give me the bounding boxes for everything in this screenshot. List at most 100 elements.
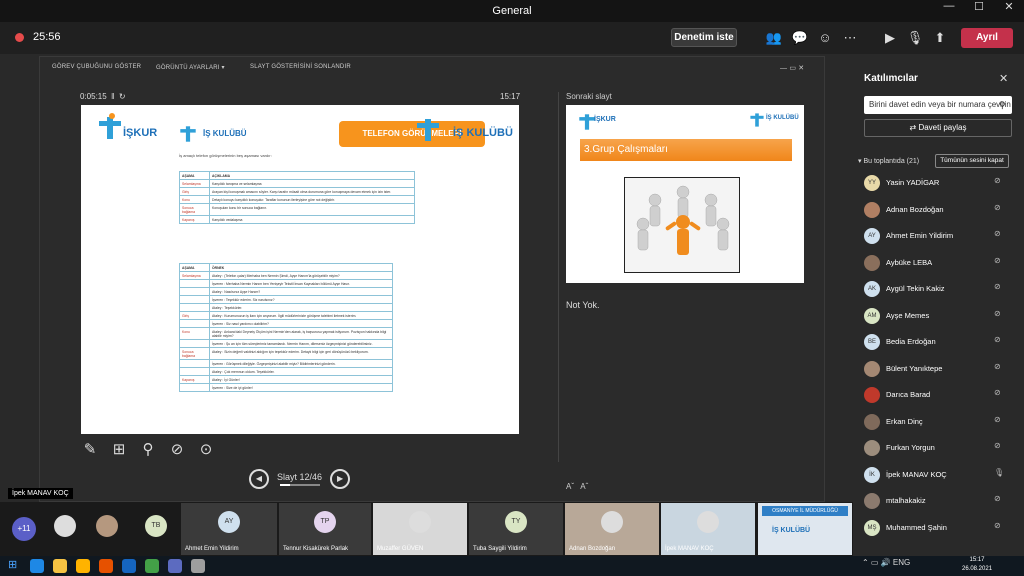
video-tile[interactable]: AY Ahmet Emin Yildirim: [181, 503, 277, 555]
slide-tools: ✎ ⊞ ⚲ ⊘ ⊙: [81, 440, 215, 458]
video-tile[interactable]: TB: [136, 503, 176, 555]
mic-off-icon: ⊘: [994, 388, 1001, 397]
taskbar-app-icon[interactable]: [191, 559, 205, 573]
system-tray[interactable]: ⌃ ▭ 🔊 ENG: [862, 558, 910, 567]
participant-row[interactable]: AK Aygül Tekin Kakiz ⊘: [864, 279, 1014, 299]
pane-divider[interactable]: [558, 92, 559, 462]
avatar: BE: [864, 334, 880, 350]
table-header-cell: AŞAMA: [179, 263, 210, 272]
zoom-icon[interactable]: ⚲: [139, 440, 157, 458]
table-cell-desc: Detaylı konuyu karşılıklı konuşulur. Tar…: [209, 195, 415, 204]
grid-view-icon[interactable]: ⊞: [110, 440, 128, 458]
maximize-button[interactable]: ☐: [964, 0, 994, 22]
tile-avatar: TP: [314, 511, 336, 533]
table-cell-stage: Kapanış: [179, 375, 210, 384]
taskbar-app-icon[interactable]: [53, 559, 67, 573]
table-cell-stage: Selamlaşma: [179, 179, 210, 188]
table-cell-stage: Selamlaşma: [179, 271, 210, 280]
tile-avatar: TY: [505, 511, 527, 533]
leave-button[interactable]: Ayrıl: [961, 28, 1013, 48]
video-tile[interactable]: İpek MANAV KOÇ: [661, 503, 755, 555]
video-tile[interactable]: TP Tennur Kisakürek Parlak: [279, 503, 371, 555]
taskbar-app-icon[interactable]: [145, 559, 159, 573]
tile-avatar: [697, 511, 719, 533]
taskbar-app-icon[interactable]: [122, 559, 136, 573]
participant-name: mtalhakakiz: [886, 496, 926, 505]
share-invite-button[interactable]: ⇄ Daveti paylaş: [864, 119, 1012, 137]
camera-icon[interactable]: ▶: [880, 28, 900, 48]
invite-search-input[interactable]: Birini davet edin veya bir numara çeviri…: [864, 96, 1012, 114]
participant-row[interactable]: Erkan Dinç ⊘: [864, 412, 1014, 432]
video-tile[interactable]: Adnan Bozdoğan: [565, 503, 659, 555]
chat-icon[interactable]: 💬: [790, 28, 810, 48]
show-taskbar-button[interactable]: GÖREV ÇUBUĞUNU GÖSTER: [52, 64, 141, 70]
participant-row[interactable]: YY Yasin YADİGAR ⊘: [864, 173, 1014, 193]
start-icon[interactable]: ⊞: [8, 558, 17, 571]
participant-row[interactable]: AY Ahmet Emin Yildirim ⊘: [864, 226, 1014, 246]
minimize-button[interactable]: —: [934, 0, 964, 22]
participant-row[interactable]: Furkan Yorgun ⊘: [864, 438, 1014, 458]
pen-icon[interactable]: ✎: [81, 440, 99, 458]
mic-off-icon[interactable]: 🎙: [905, 28, 925, 48]
display-settings-button[interactable]: GÖRÜNTÜ AYARLARI ▾: [156, 64, 225, 71]
table-cell-desc: İşveren : Teşekkür ederim. Siz nasılsını…: [209, 295, 393, 304]
presenter-window-controls[interactable]: — ▭ ✕: [780, 64, 804, 72]
close-panel-icon[interactable]: ✕: [999, 72, 1008, 85]
video-tile[interactable]: Muzaffer GÜVEN: [373, 503, 467, 555]
search-icon[interactable]: ⚲: [999, 96, 1006, 114]
participants-title: Katılımcılar: [864, 73, 918, 84]
table-row: Selamlaşma Ataley : (Telefon çalar) Merha…: [179, 271, 393, 280]
participant-row[interactable]: mtalhakakiz ⊘: [864, 491, 1014, 511]
table-row: İşveren : Teşekkür ederim. Siz nasılsını…: [179, 295, 393, 304]
people-icon[interactable]: 👥: [764, 28, 784, 48]
request-control-button[interactable]: Denetim iste: [671, 28, 737, 47]
end-slideshow-button[interactable]: SLAYT GÖSTERİSİNİ SONLANDIR: [250, 64, 351, 70]
table-cell-desc: Karşılıklı tanışma ve selamlaşma: [209, 179, 415, 188]
table-cell-desc: Ataley : Teşekkürler.: [209, 303, 393, 312]
taskbar-app-icon[interactable]: [30, 559, 44, 573]
participant-row[interactable]: BE Bedia Erdoğan ⊘: [864, 332, 1014, 352]
system-clock[interactable]: 15:17 26.08.2021: [962, 556, 992, 574]
participant-row[interactable]: Aybüke LEBA ⊘: [864, 253, 1014, 273]
table-cell-stage: [179, 339, 210, 348]
table-row: Konu Ataley : Ankara'daki Deyneiş Ölçüm i…: [179, 327, 393, 340]
reactions-icon[interactable]: ☺: [815, 28, 835, 48]
close-window-button[interactable]: ✕: [994, 0, 1024, 22]
previous-slide-button[interactable]: ◀: [249, 469, 269, 489]
video-tile[interactable]: [90, 503, 124, 555]
tile-avatar: [409, 511, 431, 533]
taskbar-app-icon[interactable]: [76, 559, 90, 573]
clock-time: 15:17: [969, 557, 985, 563]
decrease-font-button[interactable]: A: [566, 482, 571, 491]
participant-row[interactable]: MŞ Muhammed Şahin ⊘: [864, 518, 1014, 538]
video-tile[interactable]: OSMANİYE İL MÜDÜRLÜĞÜ İŞ KULÜBÜ: [758, 503, 852, 555]
black-screen-icon[interactable]: ⊘: [168, 440, 186, 458]
mic-on-icon: 🎙: [994, 467, 1005, 477]
slide-progress: [279, 484, 320, 486]
increase-font-button[interactable]: A: [580, 482, 585, 491]
participant-row[interactable]: Bülent Yanıktepe ⊘: [864, 359, 1014, 379]
avatar: YY: [864, 175, 880, 191]
elapsed-value: 0:05:15: [80, 92, 107, 101]
font-size-controls: Aˇ Aˆ: [566, 482, 589, 491]
table-cell-stage: [179, 287, 210, 296]
participant-row[interactable]: Darıca Barad ⊘: [864, 385, 1014, 405]
video-tile[interactable]: TY Tuba Saygili Yildirim: [469, 503, 563, 555]
mute-all-button[interactable]: Tümünün sesini kapat: [935, 154, 1009, 168]
share-icon[interactable]: ⬆: [930, 28, 950, 48]
in-meeting-header[interactable]: ▾ Bu toplantıda (21): [858, 157, 919, 165]
table-row: Ataley : Teşekkürler.: [179, 303, 393, 312]
taskbar-app-icon[interactable]: [99, 559, 113, 573]
next-slide-button[interactable]: ▶: [330, 469, 351, 489]
table-cell-stage: [179, 319, 210, 328]
participant-row[interactable]: İK İpek MANAV KOÇ 🎙: [864, 465, 1014, 485]
taskbar-app-icon[interactable]: [168, 559, 182, 573]
table-row: Kapanış Ataley : İyi Günler!: [179, 375, 393, 384]
window-controls: — ☐ ✕: [934, 0, 1024, 22]
participant-row[interactable]: AM Ayşe Memes ⊘: [864, 306, 1014, 326]
participant-row[interactable]: Adnan Bozdoğan ⊘: [864, 200, 1014, 220]
more-icon[interactable]: ⋯: [840, 28, 860, 48]
more-options-icon[interactable]: ⊙: [197, 440, 215, 458]
video-tile[interactable]: [48, 503, 82, 555]
more-participants-button[interactable]: +11: [12, 517, 36, 541]
